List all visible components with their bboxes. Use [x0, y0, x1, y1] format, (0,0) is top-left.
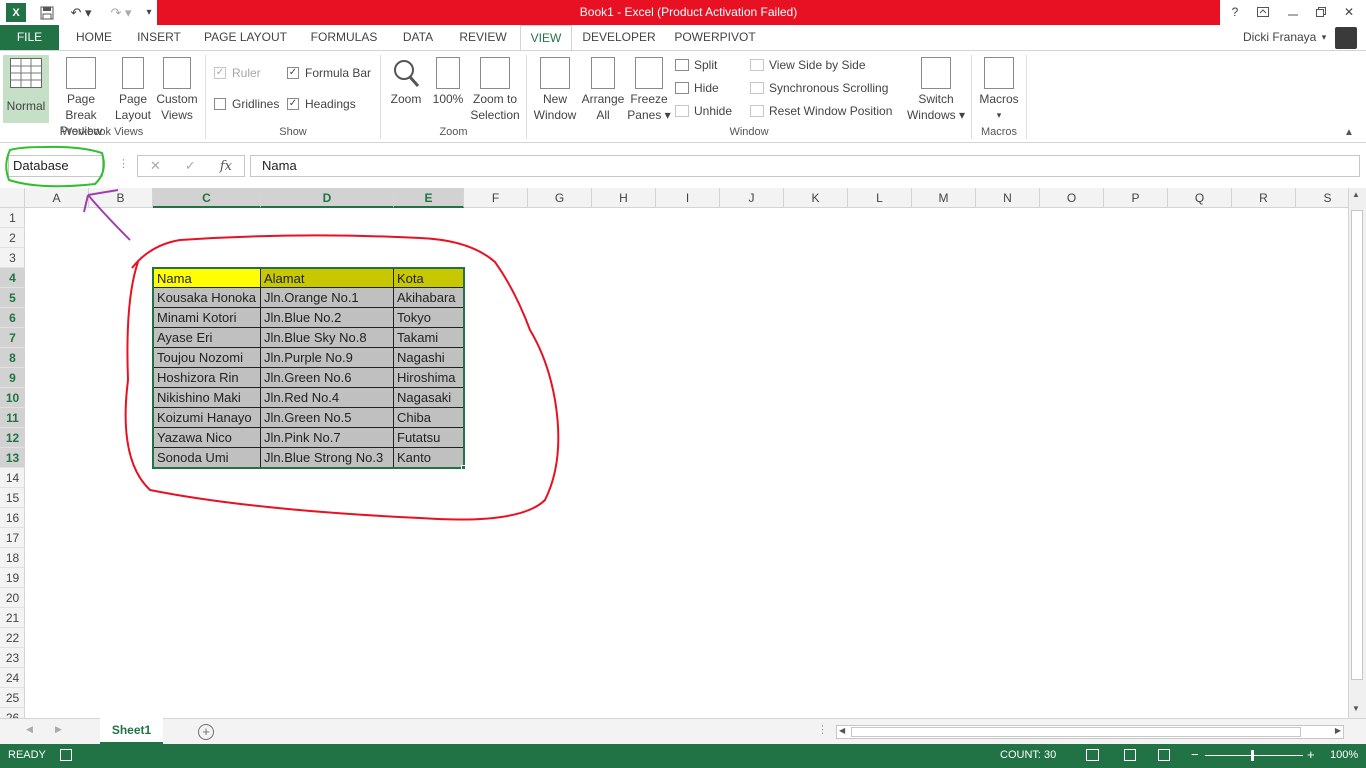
prev-sheet-icon[interactable]: ◀	[26, 724, 33, 735]
scroll-left-icon[interactable]: ◀	[839, 726, 845, 735]
annotation-overlay	[0, 0, 1366, 768]
count-status: COUNT: 30	[1000, 749, 1056, 761]
name-box-circle-annotation	[6, 147, 104, 186]
vertical-scroll-thumb[interactable]	[1351, 210, 1363, 680]
scroll-down-icon[interactable]: ▼	[1352, 704, 1360, 713]
zoom-out-icon[interactable]: −	[1191, 747, 1199, 762]
ready-status: READY	[8, 749, 46, 761]
scroll-right-icon[interactable]: ▶	[1335, 726, 1341, 735]
scroll-up-icon[interactable]: ▲	[1352, 190, 1360, 199]
sheet-tab-sheet1[interactable]: Sheet1	[100, 718, 163, 744]
next-sheet-icon[interactable]: ▶	[55, 724, 62, 735]
add-sheet-icon[interactable]: +	[198, 724, 214, 740]
horizontal-scroll-thumb[interactable]	[851, 727, 1301, 737]
tab-split-handle-icon[interactable]: ⋮	[817, 723, 828, 736]
table-circle-annotation	[126, 235, 559, 519]
horizontal-scrollbar[interactable]: ◀ ▶	[836, 725, 1344, 739]
zoom-slider[interactable]	[1205, 755, 1303, 756]
normal-view-status-icon[interactable]	[1086, 749, 1099, 761]
zoom-in-icon[interactable]: +	[1307, 747, 1315, 762]
arrow-annotation	[84, 190, 130, 240]
page-layout-status-icon[interactable]	[1124, 749, 1136, 761]
status-bar: READY COUNT: 30 − + 100%	[0, 744, 1366, 768]
sheet-tab-bar: ◀ ▶ Sheet1 + ⋮ ◀ ▶	[0, 718, 1366, 744]
vertical-scrollbar[interactable]: ▲ ▼	[1348, 188, 1366, 718]
zoom-slider-thumb[interactable]	[1251, 750, 1254, 761]
page-break-status-icon[interactable]	[1158, 749, 1170, 761]
excel-window: X ↶ ▾ ↷ ▾ ▾ Book1 - Excel (Product Activ…	[0, 0, 1366, 768]
macro-record-icon[interactable]	[60, 749, 72, 761]
zoom-level[interactable]: 100%	[1330, 749, 1358, 761]
